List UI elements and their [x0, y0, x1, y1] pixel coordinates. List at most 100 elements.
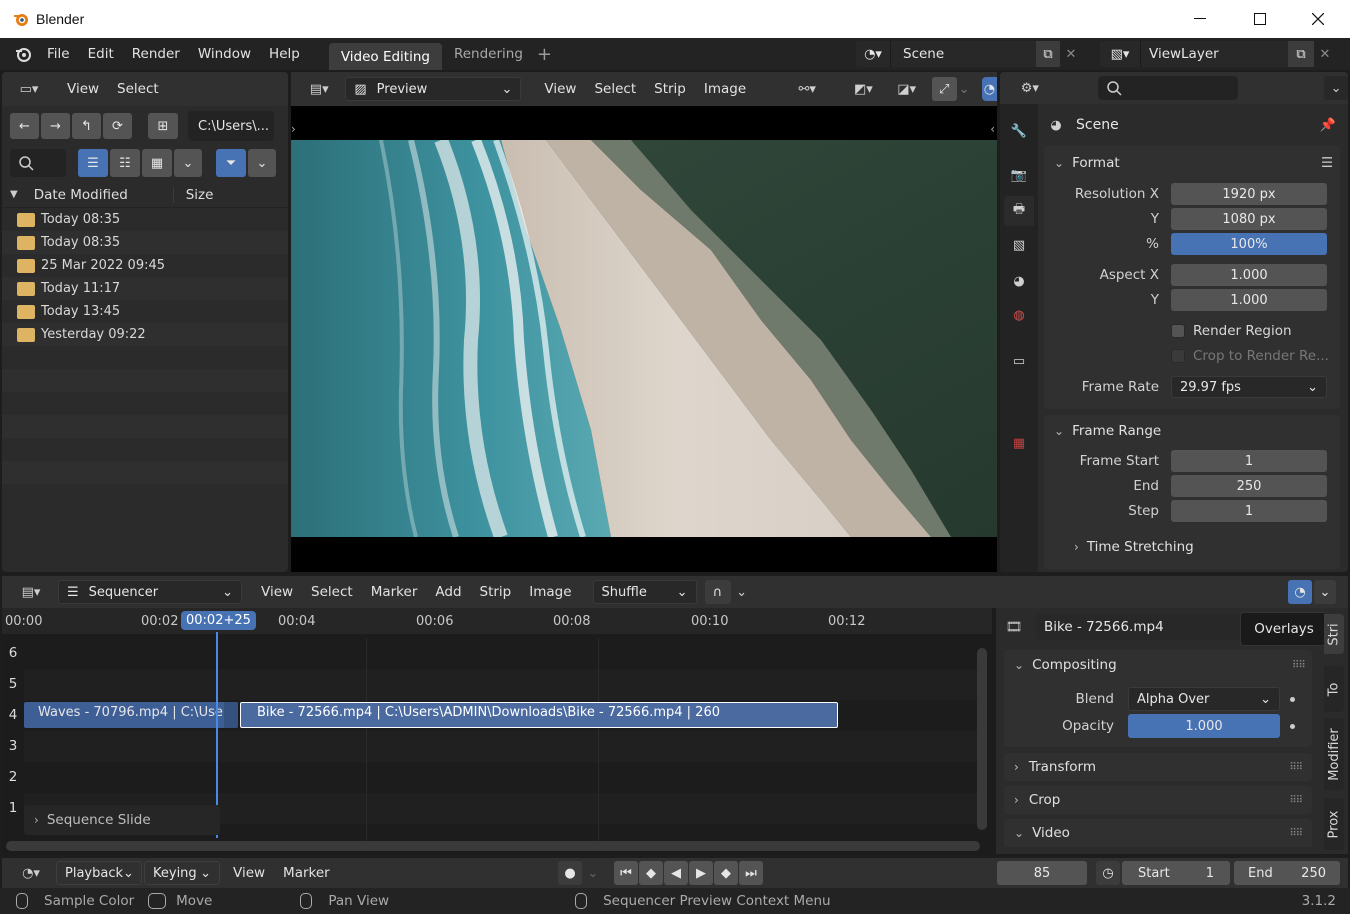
refresh-icon[interactable]: ⟳	[103, 113, 132, 139]
drag-handle-icon[interactable]: ⠿⠿	[1289, 828, 1303, 839]
overlay-icon[interactable]: ⤢	[931, 77, 957, 101]
drag-handle-icon[interactable]: ⠿⠿	[1289, 762, 1303, 773]
transform-panel-header[interactable]: › Transform ⠿⠿	[1004, 753, 1312, 781]
texture-tab-icon[interactable]: ▦	[1008, 432, 1030, 454]
fb-menu-view[interactable]: View	[58, 81, 108, 97]
tab-strip[interactable]: Stri	[1324, 614, 1344, 654]
properties-editor-type-icon[interactable]: ⚙▾	[1010, 81, 1050, 96]
editor-type-icon[interactable]: ▭▾	[12, 82, 46, 97]
seq-menu-strip[interactable]: Strip	[471, 584, 521, 600]
preview-editor-type-icon[interactable]: ▤▾	[303, 82, 335, 97]
filter-options-icon[interactable]: ⌄	[248, 149, 276, 177]
presets-icon[interactable]: ☰	[1321, 155, 1333, 171]
end-frame-field[interactable]: End 250	[1234, 861, 1340, 885]
preview-menu-view[interactable]: View	[535, 81, 585, 97]
aspect-x-field[interactable]: 1.000	[1171, 264, 1327, 286]
snap-icon[interactable]: ∩	[704, 580, 731, 604]
vertical-scrollbar[interactable]	[977, 648, 987, 830]
path-field[interactable]: C:\Users\...	[188, 111, 274, 141]
forward-icon[interactable]: →	[41, 113, 70, 139]
column-size[interactable]: Size	[186, 187, 214, 203]
frame-start-field[interactable]: 1	[1171, 450, 1327, 472]
render-tab-icon[interactable]: 📷	[1008, 164, 1030, 186]
column-date-modified[interactable]: Date Modified	[34, 186, 174, 203]
last-operator-panel[interactable]: › Sequence Slide	[24, 805, 220, 835]
play-icon[interactable]: ▶	[689, 861, 713, 885]
back-icon[interactable]: ←	[10, 113, 39, 139]
compositing-panel-header[interactable]: ⌄ Compositing ⠿⠿	[1004, 650, 1312, 680]
frame-step-field[interactable]: 1	[1171, 500, 1327, 522]
close-icon[interactable]	[1308, 10, 1328, 28]
strip-bike[interactable]: Bike - 72566.mp4 | C:\Users\ADMIN\Downlo…	[240, 702, 838, 728]
viewlayer-browse-icon[interactable]: ▧▾	[1100, 41, 1140, 67]
list-item[interactable]: Today 11:17	[2, 277, 288, 300]
menu-edit[interactable]: Edit	[79, 46, 123, 62]
keyframe-dot-icon[interactable]	[1290, 723, 1295, 729]
tab-modifier[interactable]: Modifier	[1324, 718, 1344, 790]
preview-range-icon[interactable]: ◷	[1096, 861, 1120, 885]
play-reverse-icon[interactable]: ◀	[664, 861, 688, 885]
list-item[interactable]: Today 08:35	[2, 208, 288, 231]
menu-help[interactable]: Help	[260, 46, 309, 62]
scene-remove-icon[interactable]: ✕	[1060, 41, 1082, 67]
time-ruler[interactable]: 00:00 00:02 00:04 00:06 00:08 00:10 00:1…	[2, 608, 992, 634]
properties-search-input[interactable]	[1097, 76, 1239, 100]
jump-keyframe-forward-icon[interactable]: ◆	[714, 861, 738, 885]
tab-proxy[interactable]: Prox	[1324, 798, 1344, 850]
display-horizontal-list-icon[interactable]: ☷	[110, 149, 140, 177]
keyframe-dot-icon[interactable]	[1290, 696, 1295, 702]
new-folder-icon[interactable]: ⊞	[148, 113, 178, 139]
format-panel-header[interactable]: ⌄ Format ☰ ⠿⠿	[1044, 146, 1340, 180]
list-item[interactable]: 25 Mar 2022 09:45	[2, 254, 288, 277]
tool-tab-icon[interactable]: 🔧	[1008, 120, 1030, 142]
overlay-options-icon[interactable]: ⌄	[957, 82, 972, 97]
strip-waves[interactable]: Waves - 70796.mp4 | C:\Use	[24, 702, 238, 728]
tab-tool[interactable]: To	[1324, 666, 1344, 712]
gizmo-icon[interactable]: ◪▾	[890, 82, 924, 97]
view-type-dropdown[interactable]: ▨ Preview ⌄	[345, 77, 522, 101]
parent-dir-icon[interactable]: ↰	[72, 113, 101, 139]
collection-tab-icon[interactable]: ▭	[1008, 350, 1030, 372]
strip-timeline[interactable]: 00:00 00:02 00:04 00:06 00:08 00:10 00:1…	[2, 608, 992, 854]
timeline-menu-view[interactable]: View	[224, 865, 274, 881]
strip-name-field[interactable]: Bike - 72566.mp4	[1036, 614, 1246, 640]
add-workspace-icon[interactable]: +	[537, 44, 552, 65]
scene-tab-icon[interactable]: ◕	[1008, 270, 1030, 292]
maximize-icon[interactable]	[1250, 10, 1270, 28]
seq-menu-image[interactable]: Image	[520, 584, 580, 600]
sequencer-overlays-options-icon[interactable]: ⌄	[1314, 580, 1336, 604]
jump-end-icon[interactable]: ⏭	[739, 861, 763, 885]
start-frame-field[interactable]: Start 1	[1122, 861, 1230, 885]
pivot-icon[interactable]: ⚯▾	[789, 82, 825, 97]
fb-menu-select[interactable]: Select	[108, 81, 168, 97]
snap-options-icon[interactable]: ⌄	[731, 585, 753, 600]
aspect-y-field[interactable]: 1.000	[1171, 289, 1327, 311]
sort-toggle-icon[interactable]: ▼	[10, 189, 18, 200]
frame-end-field[interactable]: 250	[1171, 475, 1327, 497]
drag-handle-icon[interactable]: ⠿⠿	[1289, 795, 1303, 806]
current-time-indicator[interactable]: 00:02+25	[181, 611, 256, 630]
list-item[interactable]: Today 13:45	[2, 300, 288, 323]
search-icon[interactable]	[10, 149, 66, 177]
frame-rate-dropdown[interactable]: 29.97 fps ⌄	[1171, 376, 1327, 398]
sidebar-toggle-right-icon[interactable]: ‹	[990, 122, 995, 136]
minimize-icon[interactable]	[1190, 10, 1210, 28]
preview-toggle-icon[interactable]: ◔	[981, 77, 997, 101]
preview-menu-image[interactable]: Image	[695, 81, 755, 97]
output-tab-icon[interactable]: 🖶	[1004, 196, 1034, 226]
sidebar-toggle-left-icon[interactable]: ›	[291, 122, 296, 136]
list-item[interactable]: Yesterday 09:22	[2, 323, 288, 346]
scene-browse-icon[interactable]: ◔▾	[856, 41, 890, 67]
auto-keying-icon[interactable]: ●	[558, 861, 582, 885]
drag-handle-icon[interactable]: ⠿⠿	[1292, 660, 1306, 671]
resolution-x-field[interactable]: 1920 px	[1171, 183, 1327, 205]
display-vertical-list-icon[interactable]: ☰	[78, 149, 108, 177]
display-thumbnails-icon[interactable]: ▦	[142, 149, 172, 177]
scene-name-field[interactable]: Scene	[890, 41, 1036, 67]
tab-video-editing[interactable]: Video Editing	[328, 42, 442, 70]
sequencer-overlays-icon[interactable]: ◔	[1288, 580, 1312, 604]
video-panel-header[interactable]: ⌄ Video ⠿⠿	[1004, 819, 1312, 847]
viewlayer-name-field[interactable]: ViewLayer	[1140, 41, 1288, 67]
resolution-y-field[interactable]: 1080 px	[1171, 208, 1327, 230]
horizontal-scrollbar[interactable]	[6, 841, 980, 851]
